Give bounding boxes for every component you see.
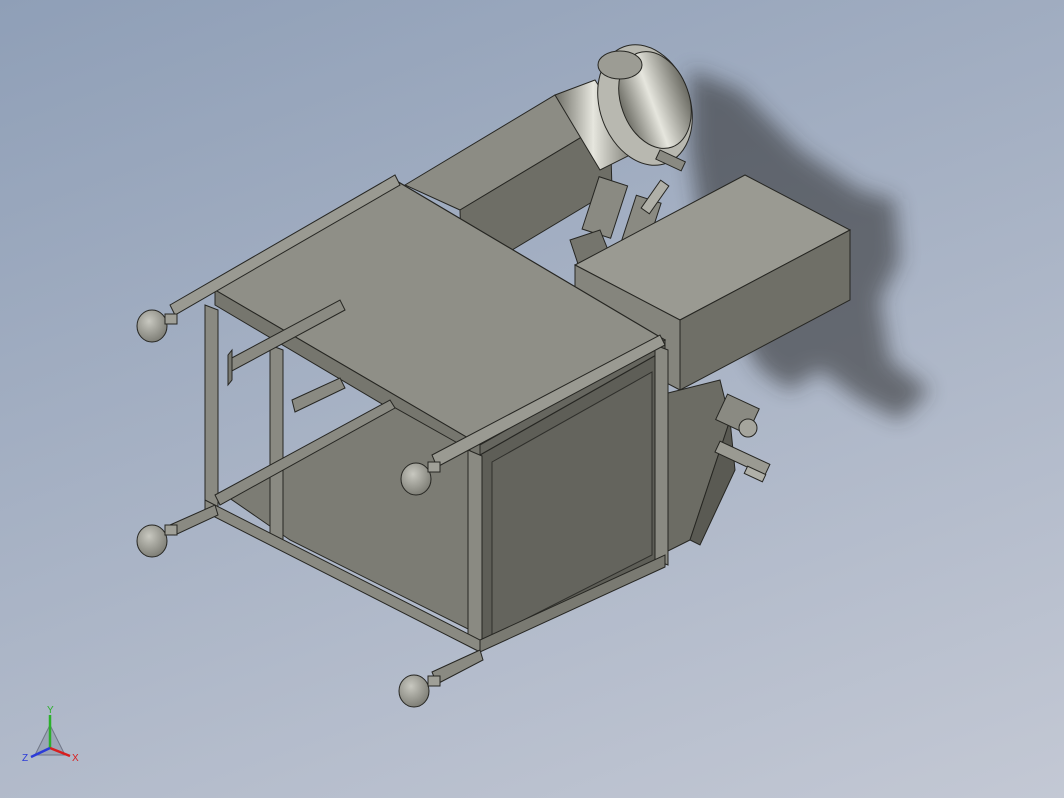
foot-back-left xyxy=(136,309,168,343)
inner-floor-plate xyxy=(224,404,471,631)
coordinate-triad[interactable]: Y X Z xyxy=(22,705,79,764)
foot-front-right xyxy=(398,674,430,708)
cad-viewport[interactable]: Y X Z xyxy=(0,0,1064,798)
machine-assembly-model[interactable]: Y X Z xyxy=(0,0,1064,798)
x-axis-label: X xyxy=(72,753,79,764)
y-axis-label: Y xyxy=(47,705,54,716)
z-axis-label: Z xyxy=(22,753,28,764)
foot-back-right xyxy=(400,462,432,496)
foot-front-left xyxy=(136,524,168,558)
